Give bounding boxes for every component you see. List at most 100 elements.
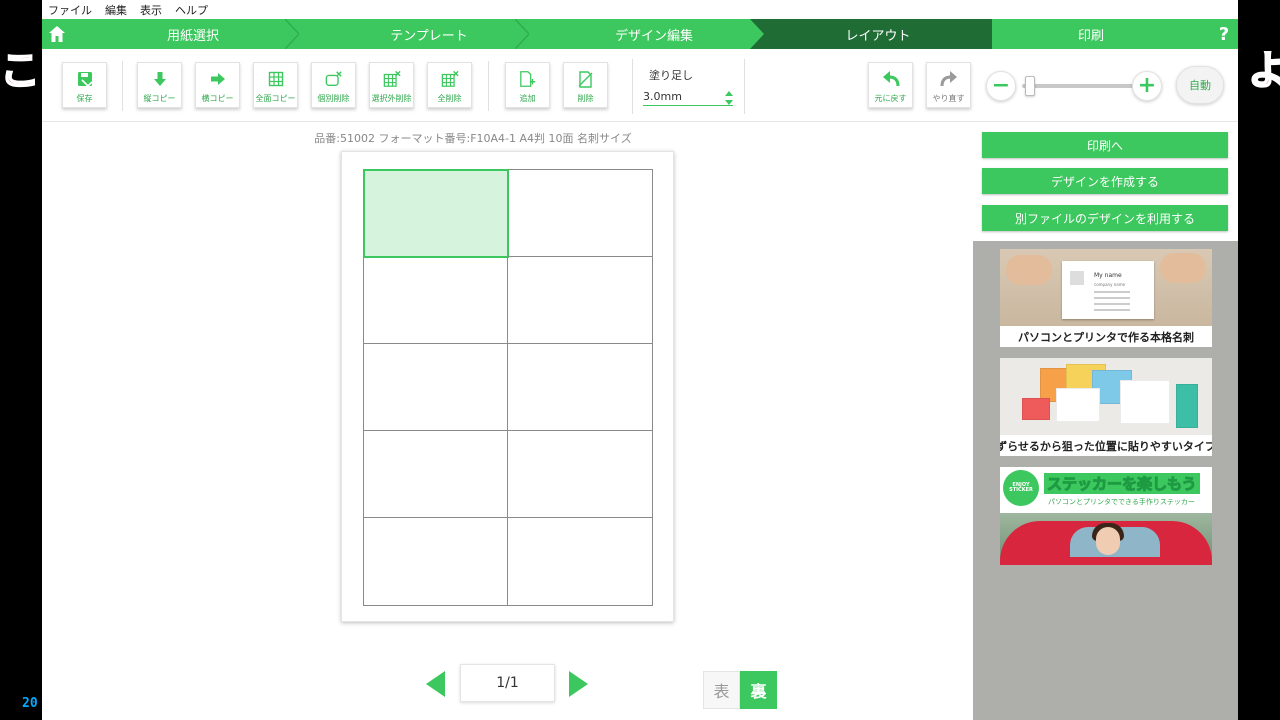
bleed-control: 塗り足し 3.0mm — [632, 59, 745, 114]
card-logo-icon — [1070, 271, 1084, 285]
right-panel: 印刷へ デザインを作成する 別ファイルのデザインを利用する My name co… — [973, 122, 1238, 720]
arrow-down-icon — [151, 70, 169, 88]
individual-delete-label: 個別削除 — [317, 94, 350, 103]
sheet-image — [1120, 380, 1170, 424]
step-arrow-icon — [978, 19, 992, 49]
business-card-image: My name company name — [1062, 261, 1154, 319]
car-photo — [1000, 513, 1212, 565]
menu-edit[interactable]: 編集 — [105, 2, 127, 18]
delete-all-button[interactable]: 全削除 — [427, 62, 472, 108]
card-line — [1094, 309, 1130, 311]
card-slot[interactable] — [508, 518, 652, 605]
business-card-photo: My name company name — [1000, 249, 1212, 326]
help-button[interactable]: ? — [1210, 19, 1238, 49]
label-sheets-photo — [1000, 358, 1212, 435]
add-button[interactable]: 追加 — [505, 62, 550, 108]
page-remove-icon — [577, 70, 595, 88]
step-layout[interactable]: レイアウト — [764, 19, 992, 49]
vertical-copy-button[interactable]: 縦コピー — [137, 62, 182, 108]
step-separator-icon — [515, 19, 529, 49]
ad-business-card-caption: パソコンとプリンタで作る本格名刺 — [1000, 326, 1212, 347]
page-add-icon — [519, 70, 537, 88]
prev-page-icon[interactable] — [426, 671, 445, 697]
sticker-banner-header: ENJOY STICKER ステッカーを楽しもう パソコンとプリンタでできる手作… — [1000, 467, 1212, 513]
layout-canvas: 品番:51002 フォーマット番号:F10A4-1 A4判 10面 名刺サイズ … — [42, 122, 973, 720]
sheet-image — [1022, 398, 1050, 420]
remove-button[interactable]: 削除 — [563, 62, 608, 108]
all-copy-label: 全面コピー — [255, 94, 296, 103]
save-button[interactable]: 保存 — [62, 62, 107, 108]
card-slot[interactable] — [364, 344, 508, 431]
grid-delete-icon — [383, 70, 401, 88]
step-design-edit-label: デザイン編集 — [614, 28, 693, 44]
arrow-right-icon — [209, 70, 227, 88]
bleed-input[interactable]: 3.0mm — [643, 90, 733, 106]
paper-sheet — [341, 151, 674, 622]
product-info: 品番:51002 フォーマット番号:F10A4-1 A4判 10面 名刺サイズ — [314, 132, 632, 145]
card-slot-selected[interactable] — [363, 169, 509, 258]
spinner-icon[interactable] — [725, 90, 733, 106]
delete-all-label: 全削除 — [437, 94, 462, 103]
background-decor-right: よ — [1247, 47, 1280, 95]
pager: 1/1 — [426, 664, 591, 702]
bleed-label: 塗り足し — [649, 69, 693, 82]
sheet-image — [1176, 384, 1198, 428]
zoom-in-button[interactable]: + — [1132, 71, 1162, 101]
step-paper-select-label: 用紙選択 — [166, 28, 219, 44]
home-icon — [49, 26, 65, 42]
zoom-slider-track[interactable] — [1022, 84, 1134, 88]
card-line — [1094, 291, 1130, 293]
zoom-slider-handle[interactable] — [1025, 76, 1035, 96]
card-line — [1094, 297, 1130, 299]
auto-zoom-button[interactable]: 自動 — [1176, 66, 1224, 104]
minus-icon: − — [991, 73, 1011, 98]
front-side-tab[interactable]: 表 — [703, 671, 740, 709]
step-separator-icon — [285, 19, 299, 49]
card-slot[interactable] — [508, 170, 652, 257]
card-name-text: My name — [1094, 272, 1122, 279]
to-print-button[interactable]: 印刷へ — [982, 132, 1228, 158]
horizontal-copy-button[interactable]: 横コピー — [195, 62, 240, 108]
sticker-banner-subtitle: パソコンとプリンタでできる手作りステッカー — [1048, 498, 1195, 506]
back-side-tab[interactable]: 裏 — [740, 671, 777, 709]
menu-file[interactable]: ファイル — [48, 2, 92, 18]
use-other-file-design-button[interactable]: 別ファイルのデザインを利用する — [982, 205, 1228, 231]
remove-label: 削除 — [577, 94, 594, 103]
card-slot[interactable] — [508, 431, 652, 518]
menu-help[interactable]: ヘルプ — [175, 2, 208, 18]
individual-delete-button[interactable]: 個別削除 — [311, 62, 356, 108]
zoom-out-button[interactable]: − — [986, 71, 1016, 101]
card-slot[interactable] — [508, 344, 652, 431]
create-design-button[interactable]: デザインを作成する — [982, 168, 1228, 194]
ad-sticker-banner[interactable]: ENJOY STICKER ステッカーを楽しもう パソコンとプリンタでできる手作… — [1000, 467, 1212, 565]
side-toggle: 表 裏 — [703, 671, 778, 709]
card-slot[interactable] — [508, 257, 652, 344]
step-layout-label: レイアウト — [845, 28, 911, 44]
step-paper-select[interactable]: 用紙選択 — [72, 19, 314, 49]
menu-view[interactable]: 表示 — [140, 2, 162, 18]
step-template[interactable]: テンプレート — [314, 19, 544, 49]
step-design-edit[interactable]: デザイン編集 — [544, 19, 764, 49]
step-print[interactable]: 印刷 — [992, 19, 1190, 49]
card-slot[interactable] — [364, 518, 508, 605]
step-template-label: テンプレート — [390, 28, 468, 44]
ad-repositionable-label-banner[interactable]: ずらせるから狙った位置に貼りやすいタイプ — [1000, 358, 1212, 456]
home-button[interactable] — [42, 19, 72, 49]
grid-delete-all-icon — [441, 70, 459, 88]
page-indicator: 1/1 — [460, 664, 555, 702]
plus-icon: + — [1137, 73, 1157, 98]
card-slot[interactable] — [364, 431, 508, 518]
step-navigation: 用紙選択 テンプレート デザイン編集 レイアウト 印刷 ? — [42, 19, 1238, 49]
sheet-image — [1056, 388, 1100, 422]
card-line — [1094, 303, 1130, 305]
card-slot[interactable] — [364, 257, 508, 344]
undo-button[interactable]: 元に戻す — [868, 62, 913, 108]
next-page-icon[interactable] — [569, 671, 588, 697]
redo-label: やり直す — [932, 94, 965, 103]
delete-unselected-button[interactable]: 選択外削除 — [369, 62, 414, 108]
shape-delete-icon — [325, 70, 343, 88]
all-copy-button[interactable]: 全面コピー — [253, 62, 298, 108]
ad-business-card-banner[interactable]: My name company name パソコンとプリンタで作る本格名刺 — [1000, 249, 1212, 347]
save-icon — [76, 70, 94, 88]
redo-button[interactable]: やり直す — [926, 62, 971, 108]
